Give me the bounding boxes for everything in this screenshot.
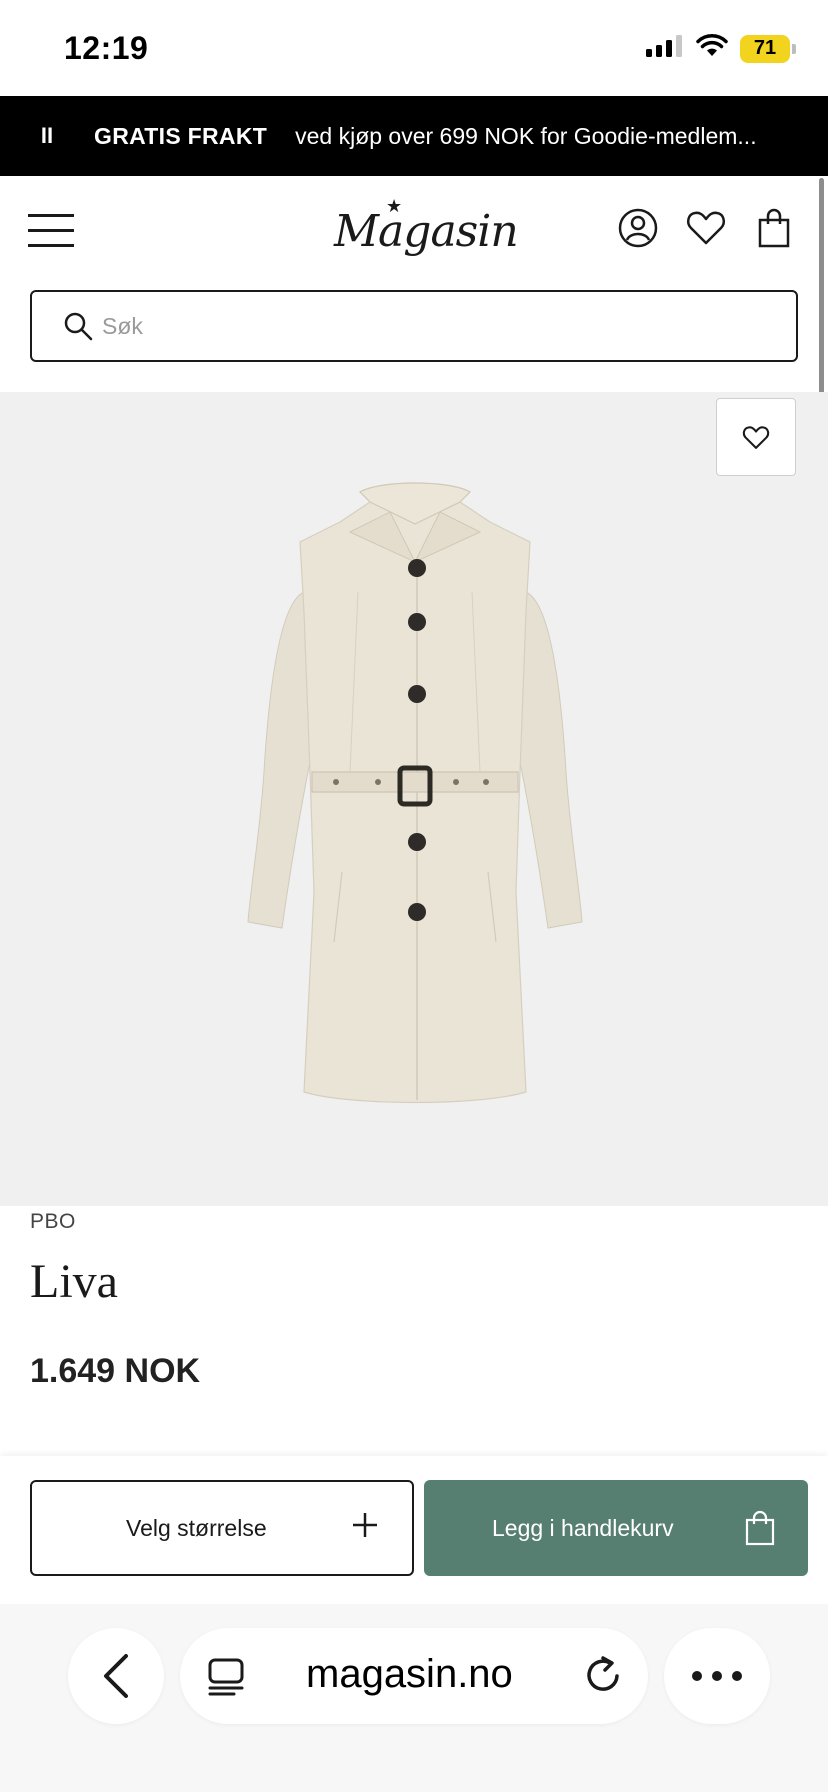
product-action-bar: Velg størrelse Legg i handlekurv: [0, 1456, 828, 1604]
product-name: Liva: [30, 1255, 118, 1308]
wifi-icon: [696, 34, 728, 63]
reload-icon[interactable]: [582, 1654, 624, 1696]
add-to-cart-label: Legg i handlekurv: [492, 1514, 674, 1541]
plus-icon: [353, 1513, 377, 1537]
shopping-bag-icon[interactable]: [752, 206, 796, 250]
search-bar[interactable]: [30, 290, 798, 362]
address-bar[interactable]: magasin.no: [180, 1628, 648, 1724]
logo-text: Magasin: [334, 206, 519, 257]
promo-text: ved kjøp over 699 NOK for Goodie-medlem.…: [295, 122, 757, 149]
search-icon: [64, 312, 93, 341]
product-brand[interactable]: PBO: [30, 1210, 76, 1234]
account-icon[interactable]: [616, 206, 660, 250]
trench-coat-photo: [247, 482, 583, 1104]
battery-level: 71: [740, 34, 790, 63]
more-options-button[interactable]: [664, 1628, 770, 1724]
site-header: Magasin ★: [0, 176, 828, 392]
more-dot: [692, 1671, 702, 1681]
heart-icon[interactable]: [684, 206, 728, 250]
battery-icon: 71: [740, 34, 796, 63]
product-image[interactable]: [0, 392, 828, 1206]
search-input[interactable]: [102, 312, 722, 340]
add-to-cart-button[interactable]: Legg i handlekurv: [424, 1480, 808, 1576]
magasin-logo[interactable]: Magasin ★: [334, 196, 519, 257]
more-dot: [732, 1671, 742, 1681]
more-dot: [712, 1671, 722, 1681]
browser-toolbar: magasin.no: [0, 1604, 828, 1792]
chevron-left-icon: [104, 1654, 128, 1698]
shopping-bag-icon: [745, 1510, 775, 1546]
logo-star-icon: ★: [386, 196, 402, 217]
select-size-button[interactable]: Velg størrelse: [30, 1480, 414, 1576]
promo-highlight: GRATIS FRAKT: [94, 122, 268, 149]
heart-icon: [742, 426, 770, 449]
back-button[interactable]: [68, 1628, 164, 1724]
add-to-wishlist-button[interactable]: [716, 398, 796, 476]
page: 12:19 71 II GRATIS FRAKT ved kjøp over 6…: [0, 0, 828, 1792]
reader-mode-icon[interactable]: [206, 1656, 246, 1696]
status-bar: 12:19 71: [0, 0, 828, 96]
promo-banner[interactable]: II GRATIS FRAKT ved kjøp over 699 NOK fo…: [0, 96, 828, 176]
pause-icon[interactable]: II: [0, 123, 94, 149]
battery-tip: [792, 43, 796, 54]
select-size-label: Velg størrelse: [126, 1514, 267, 1541]
product-price: 1.649 NOK: [30, 1352, 201, 1390]
url-text: magasin.no: [306, 1652, 513, 1696]
status-time: 12:19: [64, 30, 149, 66]
cellular-signal-icon: [646, 35, 684, 62]
menu-icon[interactable]: [28, 214, 76, 250]
status-indicators: 71: [646, 34, 796, 63]
